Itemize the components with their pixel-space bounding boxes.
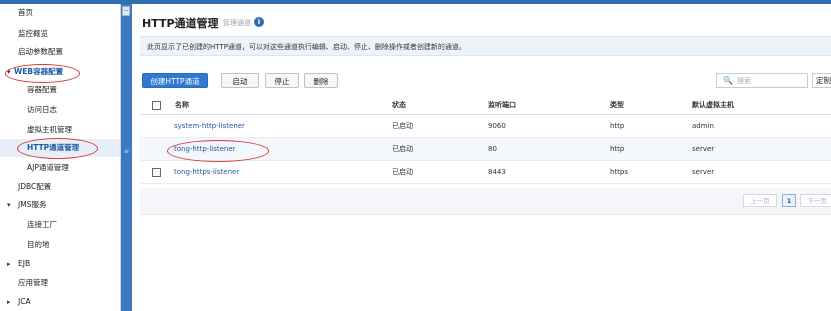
customize-button[interactable]: 定制 xyxy=(812,73,831,88)
collapse-icon[interactable]: − xyxy=(122,6,130,16)
port-cell: 80 xyxy=(488,145,497,153)
sidebar-item-label: JDBC配置 xyxy=(18,182,52,191)
sidebar-item-label: AJP通道管理 xyxy=(27,163,69,172)
sidebar-item-label: 启动参数配置 xyxy=(18,47,63,56)
sidebar-item-access-log[interactable]: 访问日志 xyxy=(0,101,120,119)
column-header-name[interactable]: 名称 xyxy=(175,96,189,114)
sidebar-nav: 首页 监控概览 启动参数配置 ▾ WEB容器配置 容器配置 访问日志 虚拟主机管理… xyxy=(0,4,121,311)
sidebar-item-label: 虚拟主机管理 xyxy=(27,125,72,134)
port-cell: 8443 xyxy=(488,168,506,176)
column-header-port[interactable]: 监听端口 xyxy=(488,96,516,114)
chevron-right-icon: ▸ xyxy=(7,298,11,306)
sidebar-item-label: 连接工厂 xyxy=(27,220,57,229)
delete-button[interactable]: 删除 xyxy=(304,73,338,88)
sidebar-item-ajp-channel[interactable]: AJP通道管理 xyxy=(0,159,120,177)
sidebar-item-label: 目的地 xyxy=(27,240,50,249)
sidebar-item-label: EJB xyxy=(18,259,31,268)
chevron-down-icon: ▾ xyxy=(7,68,11,76)
sidebar-item-jdbc[interactable]: JDBC配置 xyxy=(0,178,120,196)
table-row[interactable]: tong-https-listener 已启动 8443 https serve… xyxy=(140,161,831,184)
drag-handle-icon[interactable]: ≡ xyxy=(124,148,129,155)
stop-button[interactable]: 停止 xyxy=(265,73,299,88)
type-cell: http xyxy=(610,122,625,130)
column-header-status[interactable]: 状态 xyxy=(392,96,406,114)
sidebar-item-label: 访问日志 xyxy=(27,105,57,114)
sidebar-item-label: WEB容器配置 xyxy=(14,67,64,76)
sidebar-item-http-channel[interactable]: HTTP通道管理 xyxy=(0,139,120,157)
status-cell: 已启动 xyxy=(392,122,413,130)
search-input[interactable]: 🔍 搜索 xyxy=(716,73,808,88)
table-row[interactable]: system-http-listener 已启动 9060 http admin xyxy=(140,115,831,138)
status-cell: 已启动 xyxy=(392,168,413,176)
create-http-channel-button[interactable]: 创建HTTP通道 xyxy=(142,73,208,88)
sidebar-item-label: 监控概览 xyxy=(18,29,48,38)
select-all-checkbox[interactable] xyxy=(152,101,161,110)
sidebar-item-label: JCA xyxy=(18,297,31,306)
sidebar-item-web-container[interactable]: ▾ WEB容器配置 xyxy=(0,63,120,81)
type-cell: http xyxy=(610,145,625,153)
channel-name-link[interactable]: tong-http-listener xyxy=(174,138,236,160)
host-cell: server xyxy=(692,168,715,176)
host-cell: server xyxy=(692,145,715,153)
row-checkbox[interactable] xyxy=(152,168,161,177)
sidebar-item-container-config[interactable]: 容器配置 xyxy=(0,81,120,99)
sidebar-item-virtual-host[interactable]: 虚拟主机管理 xyxy=(0,121,120,139)
sidebar-item-label: 应用管理 xyxy=(18,278,48,287)
prev-page-button[interactable]: 上一页 xyxy=(743,194,777,207)
sidebar-item-startup-params[interactable]: 启动参数配置 xyxy=(0,43,120,61)
info-icon[interactable]: i xyxy=(254,17,264,27)
column-header-type[interactable]: 类型 xyxy=(610,96,624,114)
channel-name-link[interactable]: tong-https-listener xyxy=(174,161,239,183)
type-cell: https xyxy=(610,168,629,176)
main-content: HTTP通道管理 管理通道 i 此页显示了已创建的HTTP通道，可以对这些通道执… xyxy=(132,4,831,311)
host-cell: admin xyxy=(692,122,714,130)
table-row[interactable]: tong-http-listener 已启动 80 http server xyxy=(140,138,831,162)
page-subtitle: 管理通道 xyxy=(223,19,251,27)
pagination: 上一页 1 下一页 xyxy=(140,188,831,215)
status-cell: 已启动 xyxy=(392,145,413,153)
sidebar-item-jms[interactable]: ▾ JMS服务 xyxy=(0,196,120,214)
chevron-down-icon: ▾ xyxy=(7,201,11,209)
sidebar-splitter[interactable]: − ≡ xyxy=(121,4,132,311)
search-placeholder: 搜索 xyxy=(737,77,751,85)
next-page-button[interactable]: 下一页 xyxy=(800,194,831,207)
sidebar-item-label: 首页 xyxy=(18,8,33,17)
chevron-right-icon: ▸ xyxy=(7,260,11,268)
sidebar-item-ejb[interactable]: ▸ EJB xyxy=(0,255,120,273)
sidebar-item-label: 容器配置 xyxy=(27,85,57,94)
page-description: 此页显示了已创建的HTTP通道，可以对这些通道执行编辑、启动、停止、删除操作或者… xyxy=(140,36,831,56)
sidebar-item-app-management[interactable]: 应用管理 xyxy=(0,274,120,292)
current-page-button[interactable]: 1 xyxy=(782,194,796,207)
sidebar-item-label: HTTP通道管理 xyxy=(27,143,80,152)
sidebar-item-home[interactable]: 首页 xyxy=(0,4,120,22)
sidebar-item-jca[interactable]: ▸ JCA xyxy=(0,293,120,311)
port-cell: 9060 xyxy=(488,122,506,130)
start-button[interactable]: 启动 xyxy=(221,73,259,88)
sidebar-item-label: JMS服务 xyxy=(18,200,47,209)
sidebar-item-destination[interactable]: 目的地 xyxy=(0,236,120,254)
search-icon: 🔍 xyxy=(723,76,733,85)
sidebar-item-monitor[interactable]: 监控概览 xyxy=(0,25,120,43)
page-title: HTTP通道管理 xyxy=(142,17,219,30)
column-header-default-host[interactable]: 默认虚拟主机 xyxy=(692,96,734,114)
sidebar-item-connection-factory[interactable]: 连接工厂 xyxy=(0,216,120,234)
table-header: 名称 状态 监听端口 类型 默认虚拟主机 xyxy=(140,96,831,115)
channel-name-link[interactable]: system-http-listener xyxy=(174,115,245,137)
